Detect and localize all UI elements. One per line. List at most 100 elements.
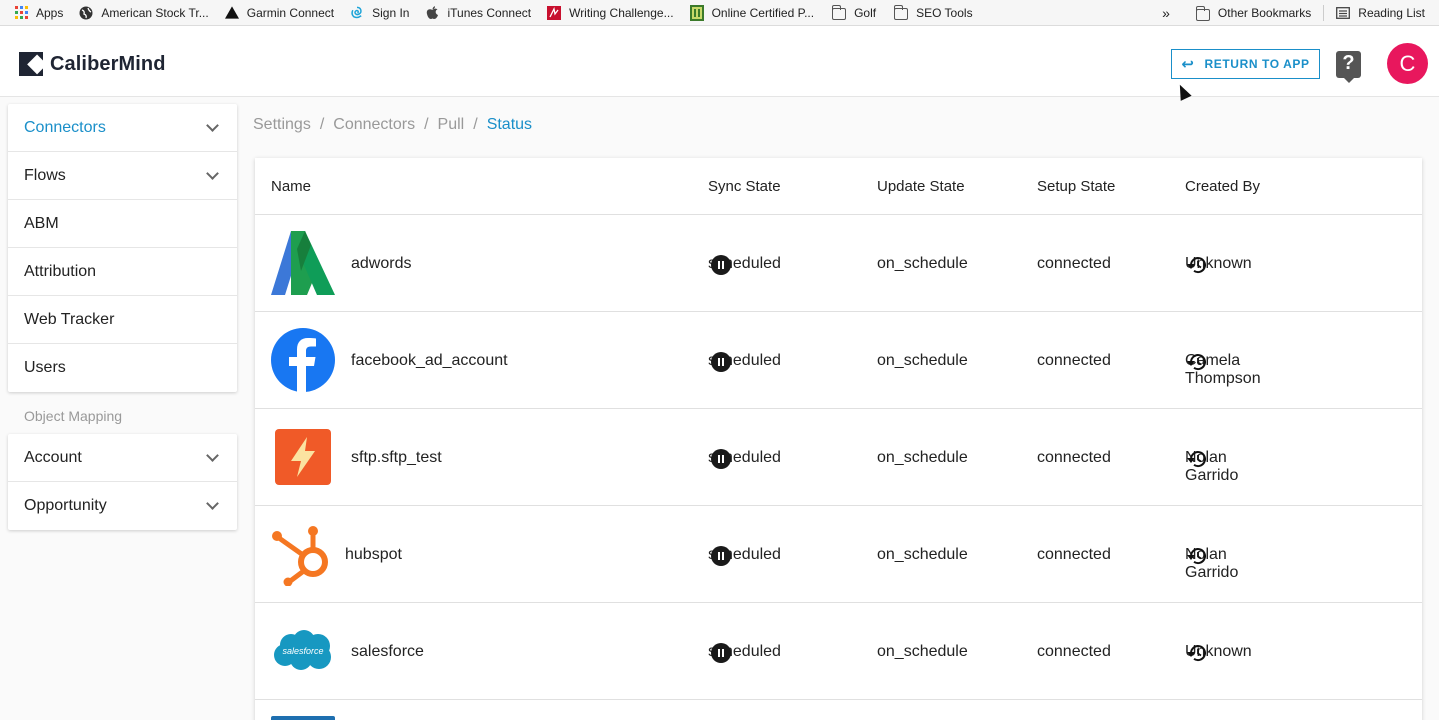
sidebar-item-label: ABM	[24, 214, 59, 232]
bookmark-garmin-connect[interactable]: Garmin Connect	[219, 0, 340, 26]
table-header: Name Sync State Update State Setup State…	[255, 158, 1422, 215]
object-mapping-nav: Account Opportunity	[8, 434, 237, 530]
bookmark-label: Writing Challenge...	[569, 5, 674, 20]
apple-icon	[425, 5, 439, 20]
breadcrumb-separator: /	[473, 116, 478, 133]
setup-state: connected	[1037, 352, 1111, 369]
table-row[interactable]: adwords scheduled on_schedule connected …	[255, 215, 1422, 312]
column-header-sync-state[interactable]: Sync State	[708, 178, 781, 195]
sidebar-item-label: Account	[24, 448, 82, 466]
return-to-app-button[interactable]: ↩ RETURN TO APP	[1171, 49, 1320, 79]
table-row[interactable]: facebook_ad_account scheduled on_schedul…	[255, 312, 1422, 409]
bookmark-writing-challenge[interactable]: Writing Challenge...	[541, 0, 680, 26]
column-header-created-by[interactable]: Created By	[1185, 178, 1260, 195]
bookmark-online-certified[interactable]: Online Certified P...	[684, 0, 821, 26]
app-logo[interactable]: CaliberMind	[19, 52, 166, 76]
pause-icon[interactable]	[711, 352, 731, 372]
return-arrow-icon: ↩	[1181, 56, 1195, 73]
breadcrumb-separator: /	[424, 116, 429, 133]
bookmark-folder-golf[interactable]: Golf	[826, 0, 882, 26]
help-icon[interactable]: ?	[1336, 51, 1361, 83]
sidebar-item-flows[interactable]: Flows	[8, 152, 237, 200]
pause-icon[interactable]	[711, 546, 731, 566]
sidebar-item-label: Connectors	[24, 118, 106, 136]
table-row[interactable]: sftp.sftp_test scheduled on_schedule con…	[255, 409, 1422, 506]
breadcrumb-settings[interactable]: Settings	[253, 116, 311, 134]
sidebar-item-label: Flows	[24, 166, 66, 184]
table-row[interactable]: hubspot scheduled on_schedule connected …	[255, 506, 1422, 603]
salesforce-logo: salesforce	[271, 619, 335, 683]
app-name: CaliberMind	[50, 52, 166, 75]
bookmark-apps[interactable]: Apps	[0, 0, 69, 26]
history-icon[interactable]	[1186, 255, 1208, 280]
column-header-name[interactable]: Name	[271, 178, 311, 195]
update-state: on_schedule	[877, 449, 968, 466]
sidebar-item-opportunity[interactable]: Opportunity	[8, 482, 237, 530]
history-icon[interactable]	[1186, 546, 1208, 571]
apps-grid-icon	[14, 6, 28, 20]
setup-state: connected	[1037, 449, 1111, 466]
google-ads-logo	[271, 231, 335, 295]
object-mapping-heading: Object Mapping	[24, 408, 123, 424]
writing-red-icon	[547, 5, 562, 20]
user-avatar[interactable]: C	[1387, 43, 1428, 84]
reading-list-button[interactable]: Reading List	[1330, 0, 1439, 26]
connector-name[interactable]: sftp.sftp_test	[351, 449, 442, 467]
bookmark-label: Garmin Connect	[246, 5, 335, 20]
history-icon[interactable]	[1186, 449, 1208, 474]
sidebar-item-label: Opportunity	[24, 497, 107, 514]
chevron-down-icon	[206, 118, 219, 132]
certified-green-icon	[689, 4, 704, 21]
history-icon[interactable]	[1186, 352, 1208, 377]
bookmark-label: American Stock Tr...	[101, 5, 209, 20]
sidebar-item-users[interactable]: Users	[8, 344, 237, 392]
column-header-update-state[interactable]: Update State	[877, 178, 965, 195]
folder-icon	[832, 5, 847, 21]
pause-icon[interactable]	[711, 643, 731, 663]
bookmark-folder-other[interactable]: Other Bookmarks	[1190, 0, 1317, 26]
bookmark-itunes-connect[interactable]: iTunes Connect	[419, 0, 537, 26]
update-state: on_schedule	[877, 255, 968, 272]
pause-icon[interactable]	[711, 255, 731, 275]
folder-icon	[1195, 5, 1210, 22]
connector-name[interactable]: facebook_ad_account	[351, 352, 508, 370]
pause-icon[interactable]	[711, 449, 731, 469]
sidebar-item-label: Users	[24, 359, 66, 376]
bookmark-label: Golf	[854, 5, 877, 20]
connector-name[interactable]: hubspot	[345, 546, 402, 564]
return-to-app-label: RETURN TO APP	[1204, 57, 1310, 71]
reading-list-icon	[1336, 6, 1351, 20]
breadcrumb-pull[interactable]: Pull	[438, 116, 465, 134]
history-icon[interactable]	[1186, 643, 1208, 668]
sidebar-item-connectors[interactable]: Connectors	[8, 104, 237, 152]
table-row[interactable]: salesforce salesforce scheduled on_sched…	[255, 603, 1422, 700]
sidebar-item-attribution[interactable]: Attribution	[8, 248, 237, 296]
sftp-bolt-logo	[271, 425, 335, 489]
bookmark-label: Reading List	[1358, 6, 1425, 20]
garmin-triangle-icon	[224, 6, 239, 20]
sign-in-swirl-icon	[350, 6, 364, 20]
chevron-down-icon	[206, 497, 219, 510]
connector-name[interactable]: salesforce	[351, 643, 424, 661]
chevron-down-icon	[206, 166, 219, 180]
breadcrumb-connectors[interactable]: Connectors	[333, 116, 415, 134]
bookmark-label: Sign In	[372, 5, 410, 20]
sidebar-item-web-tracker[interactable]: Web Tracker	[8, 296, 237, 344]
sidebar-item-label: Web Tracker	[24, 310, 115, 328]
bookmark-label: Online Certified P...	[711, 5, 815, 20]
sidebar-item-abm[interactable]: ABM	[8, 200, 237, 248]
partial-connector-logo	[271, 716, 335, 720]
bookmark-folder-seo-tools[interactable]: SEO Tools	[888, 0, 978, 26]
setup-state: connected	[1037, 546, 1111, 563]
column-header-setup-state[interactable]: Setup State	[1037, 178, 1115, 195]
bookmarks-overflow-button[interactable]: »	[1156, 0, 1176, 26]
bookmark-label: iTunes Connect	[447, 5, 532, 20]
svg-text:salesforce: salesforce	[282, 646, 323, 656]
connector-name[interactable]: adwords	[351, 255, 411, 273]
chevron-down-icon	[206, 448, 219, 462]
sidebar-nav: Connectors Flows ABM Attribution Web Tra…	[8, 104, 237, 392]
bookmark-sign-in[interactable]: Sign In	[344, 0, 415, 26]
hubspot-logo	[271, 522, 335, 587]
sidebar-item-account[interactable]: Account	[8, 434, 237, 482]
bookmark-american-stock[interactable]: American Stock Tr...	[73, 0, 214, 26]
